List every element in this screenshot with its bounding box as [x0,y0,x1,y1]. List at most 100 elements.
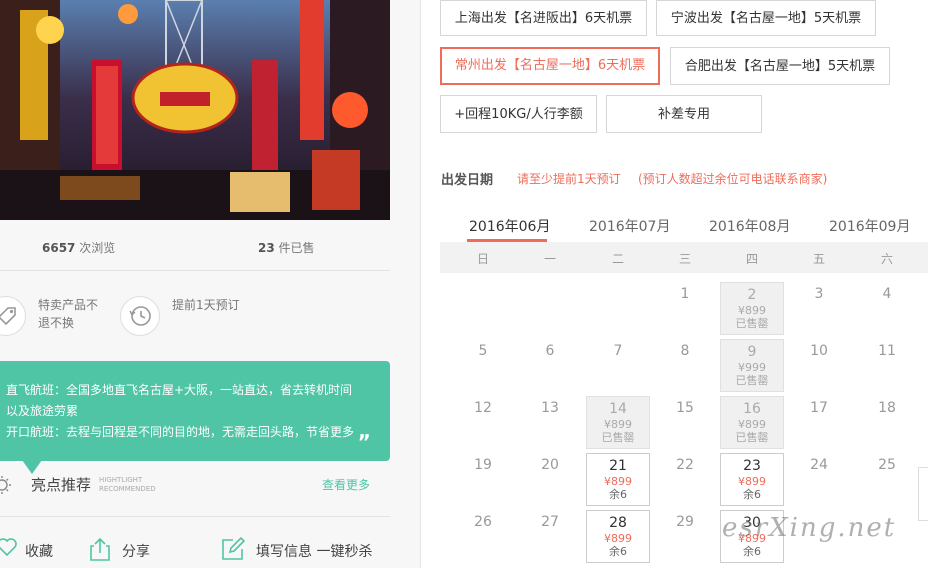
calendar-day-19: 19 [451,453,515,506]
day-number: 25 [878,457,896,473]
heart-icon [0,536,18,562]
option-ningbo-5day[interactable]: 宁波出发【名古屋一地】5天机票 [656,0,876,36]
weekday-label: 日 [476,252,489,266]
day-status: 已售罄 [735,374,769,387]
osaka-street-illustration [0,0,390,220]
sold-stat: 23 件已售 [258,241,315,255]
note-line: 直飞航班：全国多地直飞名古屋+大阪，一站直达，省去转机时间 [6,383,353,397]
day-number: 16 [743,401,761,417]
weekday-label: 六 [880,252,893,266]
weekday-label: 三 [678,252,691,266]
highlights-title: 亮点推荐 [31,476,92,494]
calendar-day-22: 22 [653,453,717,506]
tab-month-2016-06[interactable]: 2016年06月 [469,216,550,236]
calendar-day-24: 24 [787,453,851,506]
departure-date-label: 出发日期 [441,173,494,188]
tag-icon [0,296,26,336]
option-changzhou-6day[interactable]: 常州出发【名古屋一地】6天机票 [440,47,660,85]
quote-mark: „ [358,419,372,443]
weekday-label: 五 [812,252,825,266]
day-number: 29 [676,514,694,530]
weekday-label: 四 [745,252,758,266]
calendar-day-6: 6 [518,339,582,392]
calendar-day-17: 17 [787,396,851,449]
tab-month-2016-09[interactable]: 2016年09月 [829,216,910,236]
day-number: 24 [810,457,828,473]
calendar-day-18: 18 [855,396,919,449]
calendar-day-11: 11 [855,339,919,392]
calendar-day-1: 1 [653,282,717,335]
calendar-day-8: 8 [653,339,717,392]
highlights-header: 亮点推荐 HIGHTLIGHT RECOMMENDED 查看更多 [0,470,390,500]
day-status: 余6 [609,545,627,558]
day-number: 19 [474,457,492,473]
views-stat: 6657 次浏览 [42,241,116,255]
calendar-day-23[interactable]: 23 ¥899 余6 [720,453,784,506]
day-status: 已售罄 [735,431,769,444]
clock-history-icon [120,296,160,336]
day-number: 2 [747,287,757,303]
day-number: 7 [613,343,623,359]
feature-label: 特卖产品不退不换 [38,298,99,330]
booking-note: 请至少提前1天预订 [517,172,621,186]
day-number: 20 [541,457,559,473]
calendar-day-15: 15 [653,396,717,449]
side-tab[interactable] [918,467,928,521]
tab-month-2016-07[interactable]: 2016年07月 [589,216,670,236]
product-photo [0,0,390,220]
option-extra-baggage[interactable]: +回程10KG/人行李额 [440,95,597,133]
day-number: 27 [541,514,559,530]
note-line: 以及旅途劳累 [6,404,79,418]
day-number: 1 [680,286,690,302]
day-status: 余6 [743,545,761,558]
calendar-day-16: 16 ¥899 已售罄 [720,396,784,449]
calendar-day-14: 14 ¥899 已售罄 [586,396,650,449]
divider [0,516,390,517]
divider [0,270,390,271]
calendar-day-3: 3 [787,282,851,335]
calendar-day-25: 25 [855,453,919,506]
day-price: ¥899 [604,475,632,488]
day-number: 28 [609,515,627,531]
day-price: ¥899 [738,304,766,317]
calendar-day-12: 12 [451,396,515,449]
calendar-day-2: 2 ¥899 已售罄 [720,282,784,335]
edit-icon [220,536,246,566]
note-line: 开口航班：去程与回程是不同的目的地，无需走回头路，节省更多 [6,425,355,439]
weekday-label: 二 [611,252,624,266]
sun-icon [0,474,16,500]
calendar-day-28[interactable]: 28 ¥899 余6 [586,510,650,563]
day-status: 余6 [609,488,627,501]
product-stats: 6657 次浏览 23 件已售 [0,236,390,266]
day-price: ¥999 [738,361,766,374]
watermark: esrXing.net [722,513,897,543]
option-price-difference[interactable]: 补差专用 [606,95,762,133]
calendar-day-21[interactable]: 21 ¥899 余6 [586,453,650,506]
day-number: 13 [541,400,559,416]
calendar-day-10: 10 [787,339,851,392]
calendar-day-5: 5 [451,339,515,392]
see-more-link[interactable]: 查看更多 [322,476,370,493]
calendar-day-27: 27 [518,510,582,563]
day-number: 22 [676,457,694,473]
day-price: ¥899 [738,418,766,431]
day-number: 3 [814,286,824,302]
day-number: 23 [743,458,761,474]
calendar-day-26: 26 [451,510,515,563]
option-shanghai-6day[interactable]: 上海出发【名进阪出】6天机票 [440,0,647,36]
day-number: 4 [882,286,892,302]
option-hefei-5day[interactable]: 合肥出发【名古屋一地】5天机票 [670,47,890,85]
product-info-panel: 6657 次浏览 23 件已售 特卖产品不退不换 提前1天预订 直飞航班：全国多… [0,0,421,568]
calendar-day-7: 7 [586,339,650,392]
day-number: 14 [609,401,627,417]
day-price: ¥899 [604,532,632,545]
flight-notes-box: 直飞航班：全国多地直飞名古屋+大阪，一站直达，省去转机时间 以及旅途劳累 开口航… [0,361,390,461]
day-number: 18 [878,400,896,416]
day-number: 6 [545,343,555,359]
day-number: 8 [680,343,690,359]
calendar-day-13: 13 [518,396,582,449]
tab-month-2016-08[interactable]: 2016年08月 [709,216,790,236]
day-number: 10 [810,343,828,359]
calendar-day-4: 4 [855,282,919,335]
day-number: 21 [609,458,627,474]
